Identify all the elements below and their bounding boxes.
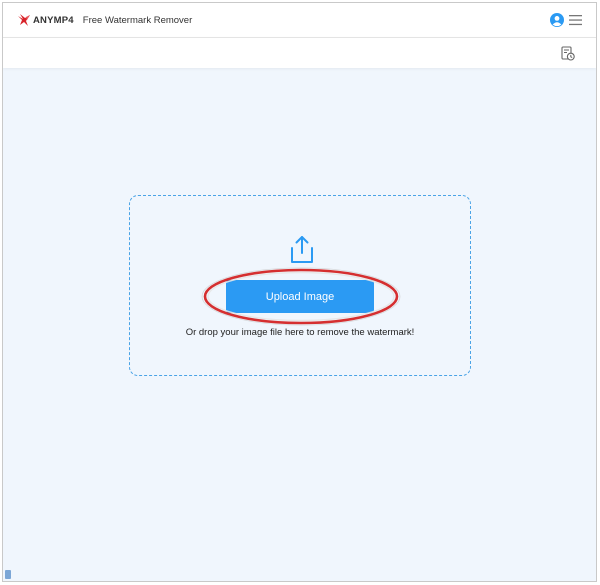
app-window: ANYMP4 Free Watermark Remover Upload Ima…	[2, 2, 597, 582]
anymp4-logo-icon	[18, 13, 30, 26]
hamburger-menu-icon[interactable]	[569, 14, 582, 26]
history-icon[interactable]	[561, 46, 575, 61]
upload-dropzone[interactable]: Upload Image Or drop your image file her…	[129, 195, 471, 376]
toolbar	[3, 38, 596, 68]
upload-icon	[291, 236, 313, 263]
brand-name: ANYMP4	[33, 14, 74, 26]
app-title: Free Watermark Remover	[82, 14, 193, 26]
drop-hint-text: Or drop your image file here to remove t…	[185, 327, 415, 338]
top-navbar: ANYMP4 Free Watermark Remover	[3, 3, 596, 38]
upload-image-button[interactable]: Upload Image	[226, 280, 374, 313]
brand[interactable]: ANYMP4 Free Watermark Remover	[17, 13, 192, 27]
corner-tab[interactable]	[5, 570, 11, 579]
user-avatar-icon[interactable]	[550, 13, 564, 27]
